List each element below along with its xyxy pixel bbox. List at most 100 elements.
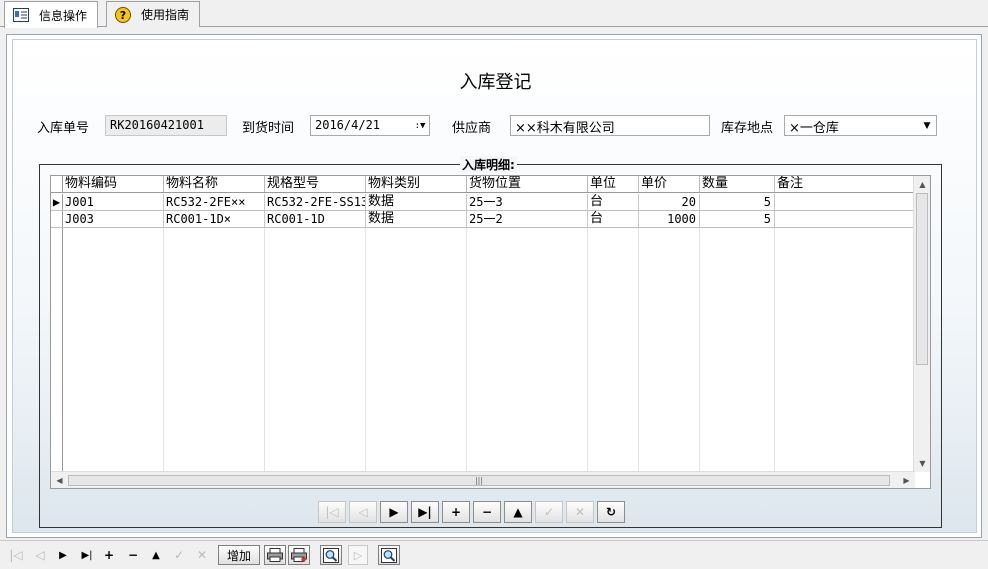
detail-group: 入库明细: 物料编码 物料名称 规格型号 物料类别 货物位置 单位 单价 数量 … [39,156,942,528]
cell-unit-price[interactable]: 1000 [639,211,700,227]
post-record-button[interactable]: ✓ [535,501,563,523]
printer-icon [267,548,283,562]
cell-material-category[interactable]: 数据 [366,211,467,227]
tab-label: 信息操作 [39,8,88,23]
prior-record-button[interactable]: ◁ [349,501,377,523]
magnifier-icon [381,547,397,563]
post-record-icon: ✓ [543,505,555,519]
arrival-time-value: 2016/4/21 [315,118,381,132]
edit-record-button[interactable]: ▲ [504,501,532,523]
chevron-down-icon[interactable]: ▼ [920,118,934,133]
next-record-icon[interactable]: ▶ [55,545,71,565]
help-icon: ? [115,6,131,23]
column-header[interactable]: 数量 [700,176,775,192]
supplier-label: 供应商 [452,121,492,136]
refresh-button[interactable]: ↻ [597,501,625,523]
row-indicator [51,211,63,227]
location-select[interactable]: ×一仓库 ▼ [784,115,937,136]
column-header[interactable]: 规格型号 [265,176,366,192]
prior-record-icon: ◁ [358,505,368,519]
tab-user-guide[interactable]: ? 使用指南 [106,1,201,27]
current-row-indicator-icon: ▶ [51,194,63,210]
play-icon: ▷ [353,548,363,562]
arrival-time-field[interactable]: 2016/4/21 :▼ [310,115,430,136]
table-row[interactable]: J003 RC001-1D× RC001-1D 数据 25一2 台 1000 5 [51,211,915,228]
insert-record-icon: + [450,505,462,519]
order-no-label: 入库单号 [37,121,90,136]
table-row[interactable]: ▶ J001 RC532-2FE×× RC532-2FE-SS13 数据 25一… [51,194,915,211]
tab-label: 使用指南 [141,8,190,22]
cell-quantity[interactable]: 5 [700,194,775,210]
next-record-icon: ▶ [389,505,399,519]
first-record-button[interactable]: |◁ [318,501,346,523]
cell-material-category[interactable]: 数据 [366,194,467,210]
cell-unit-price[interactable]: 20 [639,194,700,210]
detail-grid[interactable]: 物料编码 物料名称 规格型号 物料类别 货物位置 单位 单价 数量 备注 ▶ J… [50,175,931,489]
search-button[interactable] [320,545,342,565]
cell-material-name[interactable]: RC532-2FE×× [164,194,265,210]
vertical-scrollbar[interactable]: ▲ ▼ [913,176,930,472]
cancel-record-icon[interactable]: ✕ [194,545,210,565]
cell-unit[interactable]: 台 [588,211,639,227]
column-header[interactable]: 单价 [639,176,700,192]
cell-material-code[interactable]: J001 [63,194,164,210]
order-no-field[interactable]: RK20160421001 [105,115,227,136]
cell-remark[interactable] [775,211,915,227]
tab-info-operations[interactable]: 信息操作 [4,1,99,28]
cell-goods-location[interactable]: 25一2 [467,211,588,227]
edit-record-icon: ▲ [513,505,523,519]
first-record-icon[interactable]: |◁ [8,545,24,565]
detail-group-title: 入库明细: [460,156,517,173]
horizontal-scroll-thumb[interactable]: ||| [68,475,890,486]
last-record-button[interactable]: ▶| [411,501,439,523]
printer-setup-icon [291,548,307,562]
content-frame: 入库登记 入库单号 RK20160421001 到货时间 2016/4/21 :… [6,34,982,538]
cell-spec-model[interactable]: RC001-1D [265,211,366,227]
insert-record-button[interactable]: + [442,501,470,523]
insert-record-icon[interactable]: + [101,545,117,565]
column-header[interactable]: 物料类别 [366,176,467,192]
delete-record-icon: − [481,505,493,519]
column-header[interactable]: 单位 [588,176,639,192]
chevron-down-icon[interactable]: :▼ [413,118,427,133]
scroll-up-icon[interactable]: ▲ [914,176,930,193]
cell-spec-model[interactable]: RC532-2FE-SS13 [265,194,366,210]
zoom-search-button[interactable] [378,545,400,565]
location-label: 库存地点 [721,121,774,136]
delete-record-button[interactable]: − [473,501,501,523]
info-card-icon [13,7,29,23]
cell-goods-location[interactable]: 25一3 [467,194,588,210]
scroll-down-icon[interactable]: ▼ [914,455,930,472]
cell-unit[interactable]: 台 [588,194,639,210]
scroll-right-icon[interactable]: ▶ [898,472,915,488]
column-header[interactable]: 货物位置 [467,176,588,192]
supplier-field[interactable]: ××科木有限公司 [510,115,710,136]
column-header[interactable]: 物料编码 [63,176,164,192]
last-record-icon: ▶| [418,505,432,519]
play-button[interactable]: ▷ [348,545,368,565]
delete-record-icon[interactable]: − [125,545,141,565]
post-record-icon[interactable]: ✓ [171,545,187,565]
next-record-button[interactable]: ▶ [380,501,408,523]
add-button[interactable]: 增加 [218,545,260,565]
print-button[interactable] [264,545,286,565]
cell-remark[interactable] [775,194,915,210]
cancel-record-button[interactable]: ✕ [566,501,594,523]
cell-quantity[interactable]: 5 [700,211,775,227]
edit-record-icon[interactable]: ▲ [148,545,164,565]
cell-material-name[interactable]: RC001-1D× [164,211,265,227]
first-record-icon: |◁ [325,505,339,519]
column-header[interactable]: 物料名称 [164,176,265,192]
scroll-left-icon[interactable]: ◀ [51,472,68,488]
column-header[interactable]: 备注 [775,176,915,192]
horizontal-scrollbar[interactable]: ◀ ||| ▶ [51,471,915,488]
prior-record-icon[interactable]: ◁ [32,545,48,565]
cell-material-code[interactable]: J003 [63,211,164,227]
last-record-icon[interactable]: ▶| [78,545,96,565]
page-title: 入库登记 [459,72,532,93]
vertical-scroll-thumb[interactable] [916,193,928,365]
svg-text:?: ? [120,9,126,22]
refresh-icon: ↻ [605,505,617,519]
print-preview-button[interactable] [288,545,310,565]
receipt-form-panel: 入库登记 入库单号 RK20160421001 到货时间 2016/4/21 :… [12,39,977,533]
